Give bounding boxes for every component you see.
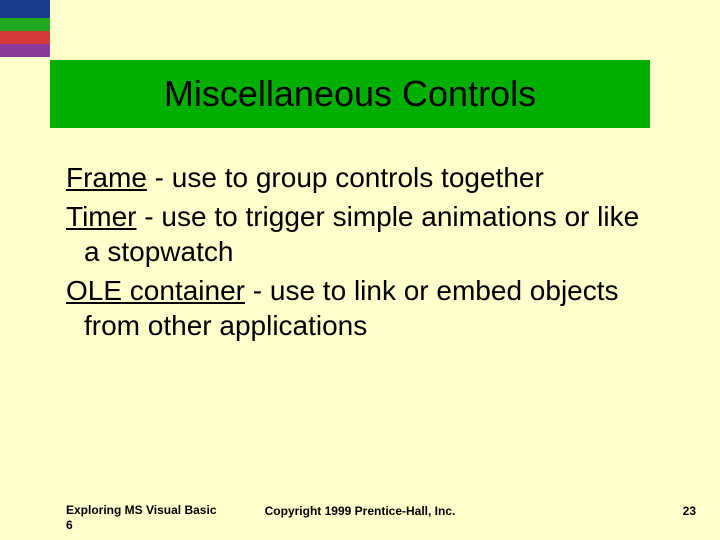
term-frame: Frame <box>66 162 147 193</box>
slide-body: Frame - use to group controls together T… <box>66 160 656 347</box>
accent-stripe-red <box>0 31 50 44</box>
desc-frame: - use to group controls together <box>147 162 544 193</box>
accent-stripe-purple <box>0 44 50 57</box>
accent-stripe-green <box>0 18 50 31</box>
desc-timer: - use to trigger simple animations or li… <box>84 201 639 267</box>
corner-accent <box>0 0 50 60</box>
list-item: Frame - use to group controls together <box>66 160 656 195</box>
slide-title: Miscellaneous Controls <box>164 73 536 115</box>
accent-stripe-blue <box>0 0 50 18</box>
list-item: Timer - use to trigger simple animations… <box>66 199 656 269</box>
list-item: OLE container - use to link or embed obj… <box>66 273 656 343</box>
term-timer: Timer <box>66 201 137 232</box>
footer-center: Copyright 1999 Prentice-Hall, Inc. <box>0 504 720 518</box>
slide-footer: Exploring MS Visual Basic 6 Copyright 19… <box>0 496 720 536</box>
title-bar: Miscellaneous Controls <box>50 60 650 128</box>
term-ole: OLE container <box>66 275 245 306</box>
page-number: 23 <box>683 504 696 518</box>
